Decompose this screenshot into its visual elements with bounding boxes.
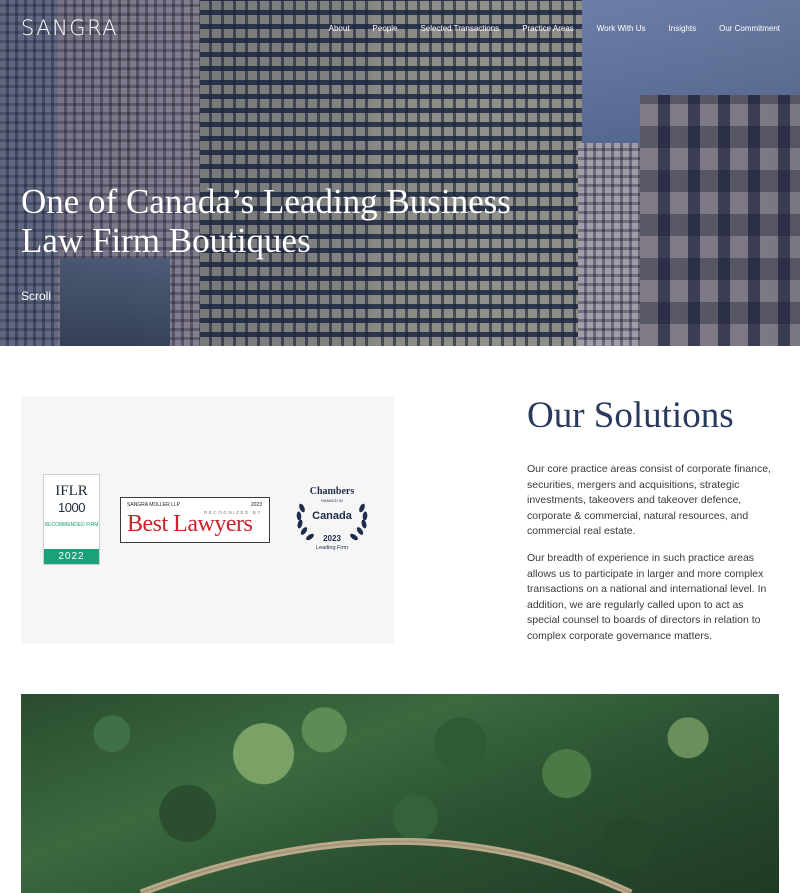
iflr-badge: IFLR 1000 RECOMMENDED FIRM 2022 [43, 474, 100, 565]
chambers-year: 2023 [323, 534, 341, 543]
best-lawyers-badge: SANGRA MOLLER LLP 2023 RECOGNIZED BY Bes… [120, 497, 270, 543]
chambers-country: Canada [312, 510, 352, 522]
hero-shade [0, 0, 800, 346]
nav-item-insights[interactable]: Insights [669, 24, 697, 33]
best-lawyers-firm: SANGRA MOLLER LLP [127, 502, 181, 508]
nav-item-practice-areas[interactable]: Practice Areas [522, 24, 574, 33]
nav-item-work-with-us[interactable]: Work With Us [597, 24, 646, 33]
best-lawyers-year: 2023 [250, 502, 262, 508]
solutions-paragraph-2: Our breadth of experience in such practi… [527, 552, 767, 642]
iflr-title: IFLR [55, 483, 88, 499]
awards-panel: IFLR 1000 RECOMMENDED FIRM 2022 SANGRA M… [21, 396, 394, 644]
chambers-tier: Leading Firm [315, 545, 349, 551]
main-nav: About People Selected Transactions Pract… [306, 24, 780, 33]
site-logo[interactable]: SANGRA [21, 16, 118, 40]
hero-banner: SANGRA About People Selected Transaction… [0, 0, 800, 346]
solutions-title: Our Solutions [527, 395, 734, 436]
solutions-paragraph-1: Our core practice areas consist of corpo… [527, 463, 771, 538]
iflr-year: 2022 [44, 549, 99, 564]
nav-item-selected-transactions[interactable]: Selected Transactions [420, 24, 499, 33]
scroll-link[interactable]: Scroll [21, 289, 51, 303]
iflr-number: 1000 [58, 500, 85, 515]
nav-item-people[interactable]: People [373, 24, 398, 33]
iflr-recommended: RECOMMENDED FIRM [44, 522, 99, 528]
hero-title: One of Canada’s Leading Business Law Fir… [21, 182, 511, 260]
best-lawyers-brand: Best Lawyers [127, 511, 253, 537]
forest-road-icon [139, 837, 633, 893]
nav-item-about[interactable]: About [329, 24, 350, 33]
nav-item-our-commitment[interactable]: Our Commitment [719, 24, 780, 33]
chambers-title: Chambers [309, 486, 355, 497]
chambers-badge: Chambers RANKED IN Canada 2023 Leading F… [291, 486, 373, 556]
forest-aerial-image [21, 694, 779, 893]
chambers-ranked: RANKED IN [321, 498, 343, 503]
